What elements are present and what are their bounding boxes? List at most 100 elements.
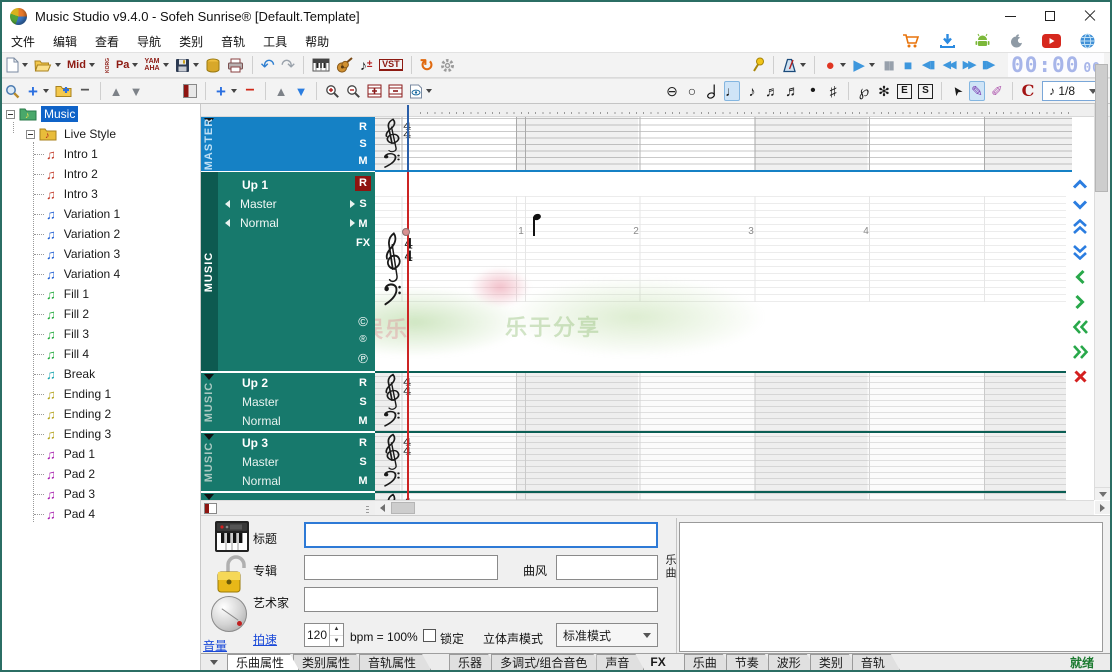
arpeggio-button[interactable]: ✻ [876, 81, 892, 101]
tree-item-fill-4[interactable]: ♫Fill 4 [34, 344, 92, 364]
add-track-button[interactable]: + [213, 81, 229, 101]
menu-navigate[interactable]: 导航 [128, 31, 170, 52]
tab-category-properties[interactable]: 类别属性 [293, 654, 365, 670]
tree-item-fill-1[interactable]: ♫Fill 1 [34, 284, 92, 304]
track-up-button[interactable]: ▲ [273, 81, 289, 101]
prev-arrow-icon[interactable] [225, 219, 230, 227]
menu-track[interactable]: 音轨 [212, 31, 254, 52]
tree-group-row[interactable]: ♪ Live Style [26, 124, 119, 144]
step-back-button[interactable]: ◀▮ [920, 55, 936, 75]
tree-item-fill-3[interactable]: ♫Fill 3 [34, 324, 92, 344]
expression-button[interactable]: E [896, 81, 913, 101]
up2-track-lane[interactable] [375, 373, 1072, 431]
nav-left-button[interactable] [1074, 269, 1086, 285]
stereo-mode-select[interactable]: 标准模式 [556, 623, 658, 647]
splitter-grip[interactable] [366, 504, 369, 513]
new-file-dropdown[interactable] [22, 63, 28, 67]
web-globe-icon[interactable] [1079, 33, 1096, 49]
vst-button[interactable]: VST [378, 55, 404, 75]
tree-item-label[interactable]: Fill 2 [61, 306, 92, 322]
thirtysecond-note-button[interactable]: ♬ [784, 81, 801, 101]
zoom-in-button[interactable] [324, 81, 341, 101]
up3-bus-value[interactable]: Master [242, 455, 279, 469]
up3-track-header[interactable]: MUSIC Up 3 Master Normal R S M [201, 433, 375, 491]
up1-mode-selector[interactable]: Normal [225, 216, 355, 230]
quarter-note-button[interactable]: ♩ [724, 81, 740, 101]
album-input[interactable] [304, 555, 498, 580]
expand-tracks-button[interactable] [366, 81, 383, 101]
remove-category-button[interactable]: − [77, 81, 93, 101]
tree-item-label[interactable]: Break [61, 366, 98, 382]
view-options-button[interactable] [408, 81, 424, 101]
metronome-button[interactable] [781, 55, 798, 75]
tree-item-variation-4[interactable]: ♫Variation 4 [34, 264, 123, 284]
tempo-lock-checkbox[interactable] [423, 629, 436, 642]
up2-mode-value[interactable]: Normal [242, 414, 281, 428]
tree-item-intro-3[interactable]: ♫Intro 3 [34, 184, 101, 204]
add-category-button[interactable]: + [25, 81, 41, 101]
close-button[interactable] [1070, 2, 1110, 30]
move-up-button[interactable]: ▲ [108, 81, 124, 101]
tree-root-label[interactable]: Music [41, 106, 78, 122]
registered-symbol[interactable]: ® [355, 334, 371, 345]
collapse-expander-icon[interactable] [26, 130, 35, 139]
open-file-dropdown[interactable] [55, 63, 61, 67]
tree-item-label[interactable]: Fill 3 [61, 326, 92, 342]
tree-item-label[interactable]: Pad 3 [61, 486, 98, 502]
up1-track-header[interactable]: MUSIC Up 1 Master Normal R S M FX © ® ℗ [201, 172, 375, 371]
scroll-left-arrow[interactable] [375, 502, 389, 514]
metronome-dropdown[interactable] [800, 63, 806, 67]
tab-instrument[interactable]: 乐器 [449, 654, 497, 670]
pause-button[interactable]: ▮▮ [880, 55, 896, 75]
shop-cart-icon[interactable] [902, 33, 921, 49]
copyright-symbol[interactable]: © [355, 314, 371, 329]
tab-track-properties[interactable]: 音轨属性 [359, 654, 431, 670]
pencil-tool-button[interactable]: ✎ [969, 81, 985, 101]
up3-track-lane[interactable] [375, 433, 1072, 491]
tab-waveform[interactable]: 波形 [768, 654, 816, 670]
tree-item-fill-2[interactable]: ♫Fill 2 [34, 304, 92, 324]
android-icon[interactable] [974, 33, 991, 49]
tab-fx[interactable]: FX [642, 654, 679, 670]
tab-sound[interactable]: 声音 [596, 654, 644, 670]
redo-button[interactable]: ↷ [280, 55, 296, 75]
artist-input[interactable] [304, 587, 658, 612]
up3-mode-value[interactable]: Normal [242, 474, 281, 488]
up2-track-name[interactable]: Up 2 [242, 376, 268, 390]
tree-item-label[interactable]: Ending 1 [61, 386, 114, 402]
scroll-right-arrow[interactable] [1095, 501, 1110, 514]
add-category-dropdown[interactable] [43, 89, 49, 93]
phonogram-symbol[interactable]: ℗ [355, 351, 371, 366]
record-dropdown[interactable] [840, 63, 846, 67]
playhead-cursor[interactable] [407, 172, 409, 500]
tree-item-variation-1[interactable]: ♫Variation 1 [34, 204, 123, 224]
menu-help[interactable]: 帮助 [296, 31, 338, 52]
move-down-button[interactable]: ▼ [128, 81, 144, 101]
unlock-icon[interactable] [216, 554, 248, 596]
genre-input[interactable] [556, 555, 658, 580]
instrument-piano-icon[interactable] [214, 520, 250, 553]
up4-track-header[interactable] [201, 493, 375, 500]
up2-record-button[interactable]: R [355, 376, 371, 391]
vertical-scroll-thumb[interactable] [1095, 64, 1108, 192]
tab-multimode[interactable]: 多调式/组合音色 [491, 654, 602, 670]
tempo-link[interactable]: 拍速 [253, 631, 277, 648]
toggle-panel-button[interactable] [182, 81, 198, 101]
tree-item-label[interactable]: Intro 2 [61, 166, 101, 182]
download-icon[interactable] [939, 33, 956, 49]
add-folder-button[interactable] [54, 81, 73, 101]
half-note-button[interactable] [704, 81, 720, 101]
tree-item-label[interactable]: Fill 1 [61, 286, 92, 302]
nav-double-up-button[interactable] [1072, 219, 1088, 235]
up1-mute-button[interactable]: M [355, 217, 371, 232]
tab-song[interactable]: 乐曲 [684, 654, 732, 670]
stop-button[interactable]: ■ [900, 55, 916, 75]
whole-note-button[interactable]: ○ [684, 81, 700, 101]
up1-bus-selector[interactable]: Master [225, 197, 355, 211]
breve-note-button[interactable]: ⊖ [664, 81, 680, 101]
up1-fx-button[interactable]: FX [355, 236, 371, 251]
tree-item-label[interactable]: Pad 2 [61, 466, 98, 482]
tempo-spinner[interactable]: 120 ▲▼ [304, 623, 344, 647]
select-tool-button[interactable]: ➤ [949, 81, 965, 101]
up3-track-name[interactable]: Up 3 [242, 436, 268, 450]
